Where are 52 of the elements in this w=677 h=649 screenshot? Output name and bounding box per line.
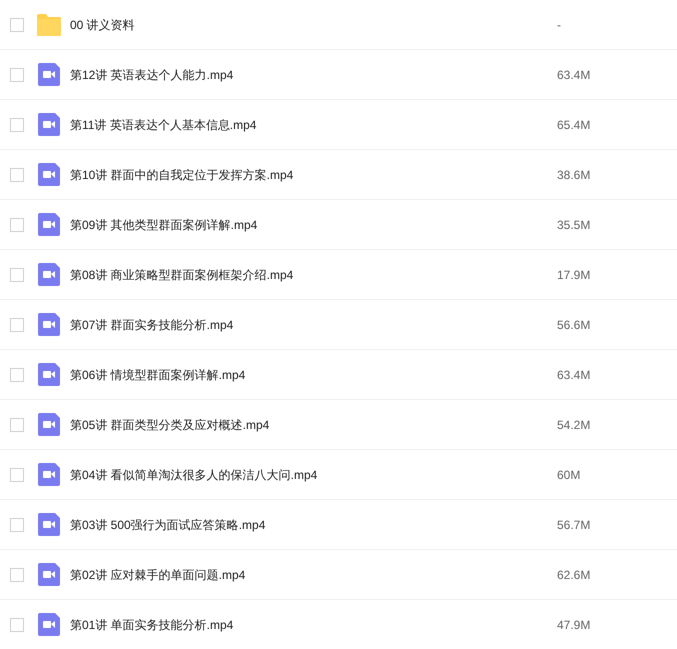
file-size: 63.4M <box>557 366 590 384</box>
file-name[interactable]: 第12讲 英语表达个人能力.mp4 <box>70 66 550 84</box>
file-name[interactable]: 第01讲 单面实务技能分析.mp4 <box>70 616 550 634</box>
video-file-icon <box>38 113 60 136</box>
video-file-icon <box>38 213 60 236</box>
file-size: - <box>557 16 561 34</box>
file-name[interactable]: 第03讲 500强行为面试应答策略.mp4 <box>70 516 550 534</box>
video-file-icon <box>38 163 60 186</box>
checkbox[interactable] <box>10 518 24 532</box>
checkbox[interactable] <box>10 618 24 632</box>
file-name[interactable]: 第05讲 群面类型分类及应对概述.mp4 <box>70 416 550 434</box>
file-name[interactable]: 第07讲 群面实务技能分析.mp4 <box>70 316 550 334</box>
file-size: 56.6M <box>557 316 590 334</box>
file-name[interactable]: 第08讲 商业策略型群面案例框架介绍.mp4 <box>70 266 550 284</box>
video-file-icon <box>38 413 60 436</box>
video-file-icon <box>38 263 60 286</box>
file-size: 60M <box>557 466 580 484</box>
checkbox[interactable] <box>10 268 24 282</box>
folder-name[interactable]: 00 讲义资料 <box>70 16 550 34</box>
file-size: 62.6M <box>557 566 590 584</box>
checkbox[interactable] <box>10 18 24 32</box>
file-name[interactable]: 第04讲 看似简单淘汰很多人的保洁八大问.mp4 <box>70 466 550 484</box>
file-size: 65.4M <box>557 116 590 134</box>
video-file-icon <box>38 613 60 636</box>
folder-icon <box>37 14 61 36</box>
file-size: 17.9M <box>557 266 590 284</box>
checkbox[interactable] <box>10 68 24 82</box>
video-file-icon <box>38 363 60 386</box>
file-size: 38.6M <box>557 166 590 184</box>
file-size: 47.9M <box>557 616 590 634</box>
file-size: 35.5M <box>557 216 590 234</box>
video-file-icon <box>38 563 60 586</box>
checkbox[interactable] <box>10 168 24 182</box>
video-file-icon <box>38 63 60 86</box>
checkbox[interactable] <box>10 218 24 232</box>
video-file-icon <box>38 513 60 536</box>
file-size: 63.4M <box>557 66 590 84</box>
checkbox[interactable] <box>10 318 24 332</box>
checkbox[interactable] <box>10 568 24 582</box>
checkbox[interactable] <box>10 368 24 382</box>
file-name[interactable]: 第02讲 应对棘手的单面问题.mp4 <box>70 566 550 584</box>
video-file-icon <box>38 463 60 486</box>
file-size: 54.2M <box>557 416 590 434</box>
file-name[interactable]: 第09讲 其他类型群面案例详解.mp4 <box>70 216 550 234</box>
file-name[interactable]: 第10讲 群面中的自我定位于发挥方案.mp4 <box>70 166 550 184</box>
file-name[interactable]: 第11讲 英语表达个人基本信息.mp4 <box>70 116 550 134</box>
video-file-icon <box>38 313 60 336</box>
checkbox[interactable] <box>10 118 24 132</box>
checkbox[interactable] <box>10 468 24 482</box>
file-name[interactable]: 第06讲 情境型群面案例详解.mp4 <box>70 366 550 384</box>
file-size: 56.7M <box>557 516 590 534</box>
checkbox[interactable] <box>10 418 24 432</box>
